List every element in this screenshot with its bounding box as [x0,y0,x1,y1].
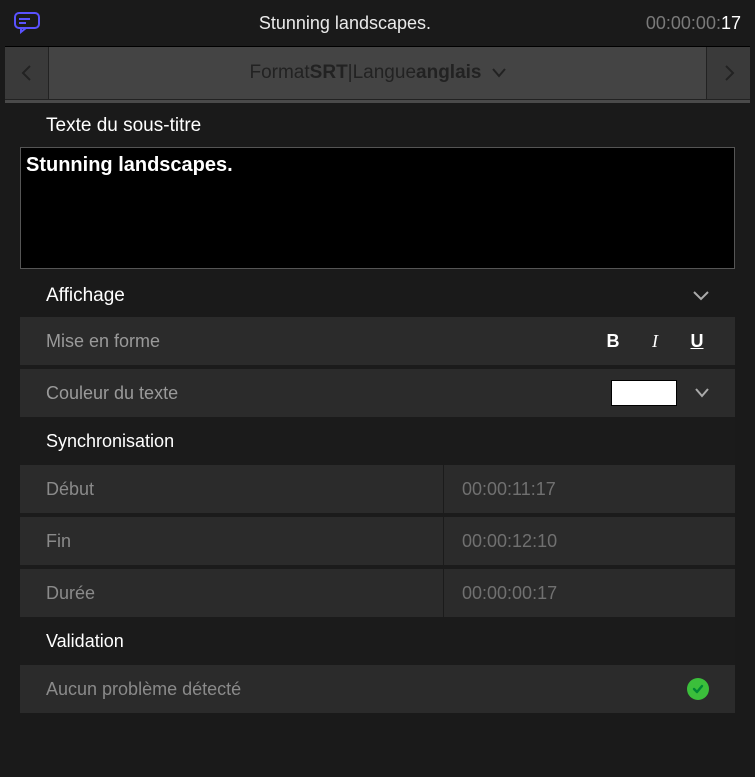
sync-section-header: Synchronisation [20,417,735,465]
duration-row: Durée 00:00:00:17 [20,569,735,617]
text-color-swatch[interactable] [611,380,677,406]
duration-label: Durée [20,569,444,617]
end-row: Fin 00:00:12:10 [20,517,735,565]
formatting-row: Mise en forme B I U [20,317,735,365]
start-row: Début 00:00:11:17 [20,465,735,513]
bold-button[interactable]: B [601,331,625,352]
title-timecode: 00:00:00:17 [646,13,741,34]
next-subtitle-button[interactable] [706,47,750,99]
underline-button[interactable]: U [685,331,709,352]
start-label: Début [20,465,444,513]
end-label: Fin [20,517,444,565]
format-word: Format [249,62,309,84]
language-word: Langue [353,62,416,84]
text-color-label: Couleur du texte [46,383,611,404]
italic-button[interactable]: I [643,331,667,352]
chevron-down-icon [693,291,709,301]
validation-section-header: Validation [20,617,735,665]
subtitle-text-value: Stunning landscapes. [26,154,233,176]
text-color-row: Couleur du texte [20,369,735,417]
subtitle-icon [14,12,44,34]
validation-section-label: Validation [46,631,709,652]
duration-value[interactable]: 00:00:00:17 [444,569,735,617]
format-bar: Format SRT | Langue anglais [5,46,750,100]
sync-section-label: Synchronisation [46,431,709,452]
timecode-prefix: 00:00:00: [646,13,721,33]
end-value[interactable]: 00:00:12:10 [444,517,735,565]
validation-status-text: Aucun problème détecté [46,679,687,700]
format-value: SRT [310,62,348,84]
validation-status-row: Aucun problème détecté [20,665,735,713]
prev-subtitle-button[interactable] [5,47,49,99]
titlebar: Stunning landscapes. 00:00:00:17 [0,0,755,46]
display-section-header[interactable]: Affichage [20,275,735,317]
chevron-down-icon[interactable] [695,388,709,398]
subtitle-text-input[interactable]: Stunning landscapes. [20,147,735,269]
subtitle-text-label: Texte du sous-titre [0,103,755,147]
language-value: anglais [416,62,481,84]
timecode-frames: 17 [721,13,741,33]
formatting-label: Mise en forme [46,331,601,352]
format-language-dropdown[interactable]: Format SRT | Langue anglais [49,47,706,99]
page-title: Stunning landscapes. [44,13,646,34]
chevron-down-icon [492,68,506,78]
start-value[interactable]: 00:00:11:17 [444,465,735,513]
display-section-label: Affichage [46,285,125,307]
check-icon [687,678,709,700]
